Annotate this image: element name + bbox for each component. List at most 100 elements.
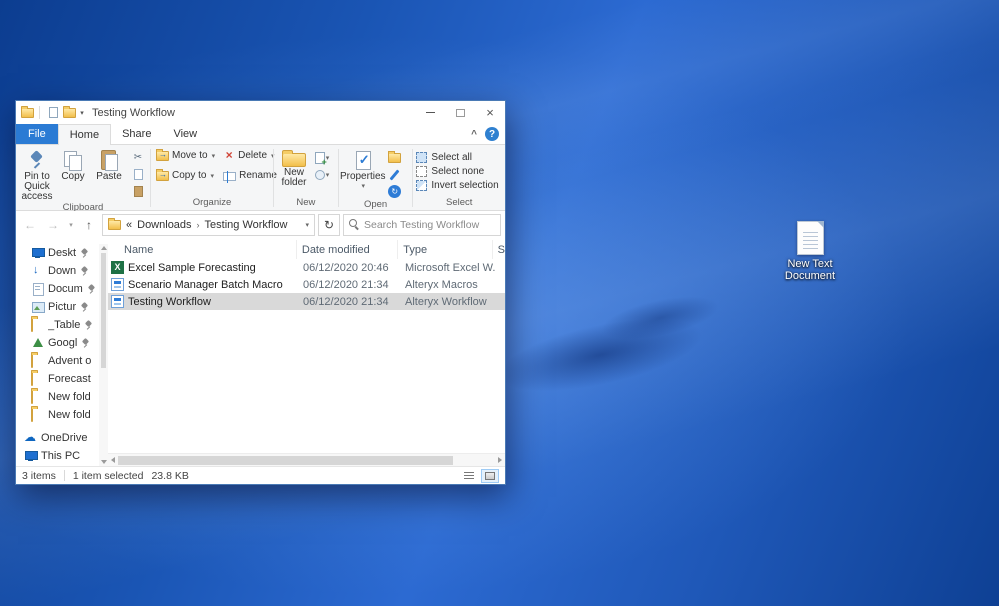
- breadcrumb-item-testing-workflow[interactable]: Testing Workflow: [205, 219, 288, 231]
- file-explorer-window: ▾ Testing Workflow × File Home Share Vie…: [15, 100, 506, 485]
- open-button[interactable]: [386, 150, 404, 165]
- large-icons-view-button[interactable]: [481, 468, 499, 483]
- divider: [63, 470, 65, 481]
- copy-button[interactable]: Copy: [55, 148, 91, 182]
- selection-status: 1 item selected: [72, 469, 144, 482]
- horizontal-scrollbar[interactable]: [108, 453, 505, 466]
- group-label-select: Select: [446, 197, 473, 208]
- address-dropdown-chevron-icon[interactable]: ▾: [305, 221, 309, 229]
- group-label-organize: Organize: [192, 197, 232, 208]
- wallpaper-dark-streak: [491, 303, 709, 407]
- nav-item-new-folder-1[interactable]: New fold: [16, 388, 99, 406]
- nav-item-forecast[interactable]: Forecast: [16, 370, 99, 388]
- tab-view[interactable]: View: [162, 124, 208, 144]
- navigation-pane: Deskt Down Docum Pictur _Table Googl Adv…: [16, 238, 108, 466]
- invert-selection-button[interactable]: Invert selection: [416, 180, 499, 191]
- nav-item-this-pc[interactable]: This PC: [16, 447, 99, 465]
- breadcrumb-overflow[interactable]: «: [126, 219, 132, 231]
- title-bar[interactable]: ▾ Testing Workflow ×: [16, 101, 505, 124]
- scroll-right-icon[interactable]: [498, 457, 502, 463]
- new-item-button[interactable]: ▾: [313, 150, 331, 167]
- caption-buttons: ×: [415, 101, 505, 124]
- qat-new-folder-button[interactable]: [61, 105, 77, 121]
- file-row-scenario-manager-batch-macro[interactable]: Scenario Manager Batch Macro 06/12/2020 …: [108, 276, 505, 293]
- move-to-button[interactable]: Move to ▾: [154, 149, 217, 161]
- file-row-excel-sample-forecasting[interactable]: Excel Sample Forecasting 06/12/2020 20:4…: [108, 259, 505, 276]
- nav-item-onedrive[interactable]: OneDrive: [16, 429, 99, 447]
- nav-item-advent[interactable]: Advent o: [16, 352, 99, 370]
- qat-properties-button[interactable]: [45, 105, 61, 121]
- column-header-size[interactable]: S: [493, 240, 505, 259]
- minimize-button[interactable]: [415, 101, 445, 124]
- desktop-wallpaper[interactable]: ▾ Testing Workflow × File Home Share Vie…: [0, 0, 999, 606]
- folder-icon: [31, 372, 33, 386]
- nav-item-table-folder[interactable]: _Table: [16, 316, 99, 334]
- invert-selection-icon: [416, 180, 428, 191]
- excel-file-icon: [111, 261, 124, 274]
- paste-shortcut-button[interactable]: [129, 184, 147, 199]
- new-folder-button[interactable]: New folder: [277, 148, 311, 188]
- copy-to-button[interactable]: Copy to ▾: [154, 169, 217, 181]
- minimize-icon: [425, 112, 435, 113]
- close-button[interactable]: ×: [475, 101, 505, 124]
- maximize-button[interactable]: [445, 101, 475, 124]
- select-all-button[interactable]: Select all: [416, 152, 498, 163]
- desktop-icon-new-text-document[interactable]: New Text Document: [779, 221, 841, 282]
- file-row-testing-workflow[interactable]: Testing Workflow 06/12/2020 21:34 Altery…: [108, 293, 505, 310]
- scrollbar-thumb[interactable]: [118, 455, 453, 465]
- details-view-button[interactable]: [460, 469, 478, 483]
- nav-item-desktop[interactable]: Deskt: [16, 244, 99, 262]
- qat-customize-chevron-icon[interactable]: ▾: [77, 109, 87, 117]
- properties-button[interactable]: ✓ Properties ▾: [340, 148, 386, 190]
- pin-to-quick-access-button[interactable]: Pin to Quick access: [19, 148, 55, 202]
- scrollbar-thumb[interactable]: [101, 253, 106, 368]
- status-bar: 3 items 1 item selected 23.8 KB: [16, 466, 505, 484]
- scroll-up-icon[interactable]: [100, 246, 107, 250]
- nav-item-google-drive[interactable]: Googl: [16, 334, 99, 352]
- easy-access-button[interactable]: ▾: [313, 167, 331, 182]
- search-input[interactable]: [364, 218, 495, 231]
- paste-button[interactable]: Paste: [91, 148, 127, 182]
- help-icon[interactable]: ?: [485, 127, 499, 141]
- divider: [39, 106, 40, 119]
- tab-file[interactable]: File: [16, 124, 58, 144]
- scroll-left-icon[interactable]: [111, 457, 115, 463]
- edit-icon: [389, 168, 400, 181]
- pin-icon: [80, 302, 89, 312]
- recent-locations-chevron-icon[interactable]: ▾: [66, 215, 76, 235]
- edit-button[interactable]: [386, 167, 404, 182]
- column-header-type[interactable]: Type: [398, 240, 493, 259]
- details-view-icon: [464, 471, 474, 480]
- pin-icon: [87, 284, 96, 294]
- file-list: Name Date modified Type S Excel Sample F…: [108, 238, 505, 466]
- rename-button[interactable]: Rename: [221, 170, 279, 183]
- up-button[interactable]: ↑: [79, 215, 99, 235]
- column-header-name[interactable]: Name: [108, 240, 297, 259]
- select-none-button[interactable]: Select none: [416, 166, 498, 177]
- text-document-icon: [796, 221, 824, 255]
- move-to-icon: [156, 149, 169, 161]
- cut-button[interactable]: ✂: [129, 150, 147, 165]
- refresh-button[interactable]: ↻: [318, 213, 340, 236]
- tab-home[interactable]: Home: [57, 124, 112, 145]
- chevron-down-icon: ▾: [211, 152, 216, 160]
- back-button[interactable]: ←: [20, 215, 40, 235]
- history-button[interactable]: [386, 184, 404, 199]
- nav-item-new-folder-2[interactable]: New fold: [16, 406, 99, 424]
- breadcrumb-item-downloads[interactable]: Downloads: [137, 219, 191, 231]
- pictures-icon: [31, 301, 45, 313]
- nav-item-documents[interactable]: Docum: [16, 280, 99, 298]
- column-header-date-modified[interactable]: Date modified: [297, 240, 399, 259]
- copy-path-icon: [133, 169, 143, 180]
- nav-scrollbar[interactable]: [99, 244, 108, 466]
- copy-path-button[interactable]: [129, 167, 147, 182]
- nav-item-pictures[interactable]: Pictur: [16, 298, 99, 316]
- forward-button[interactable]: →: [43, 215, 63, 235]
- collapse-ribbon-icon[interactable]: ^: [471, 129, 477, 140]
- search-box[interactable]: [343, 213, 501, 236]
- breadcrumb[interactable]: « Downloads › Testing Workflow ▾: [102, 213, 315, 236]
- delete-button[interactable]: × Delete ▾: [221, 149, 279, 161]
- scroll-down-icon[interactable]: [100, 460, 107, 464]
- tab-share[interactable]: Share: [111, 124, 162, 144]
- nav-item-downloads[interactable]: Down: [16, 262, 99, 280]
